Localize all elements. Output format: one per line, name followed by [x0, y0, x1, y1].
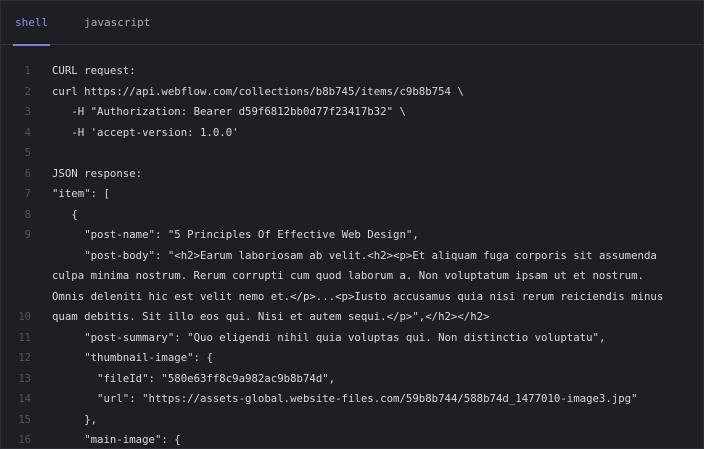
code-text: "item": [: [52, 187, 110, 200]
line-number: 9: [24, 229, 31, 241]
line-number: 5: [24, 147, 31, 159]
line-number: 1: [24, 65, 31, 77]
code-text: -H 'accept-version: 1.0.0': [52, 125, 239, 139]
code-text: curl https://api.webflow.com/collections…: [52, 84, 464, 98]
line-number: 3: [24, 106, 31, 118]
code-text: JSON response:: [52, 166, 143, 180]
code-line: 14 "url": "https://assets-global.website…: [1, 389, 703, 410]
line-number: [1, 266, 31, 287]
line-number: 11: [18, 331, 31, 344]
line-number: 7: [24, 188, 31, 200]
line-number: 12: [18, 352, 31, 364]
line-number: 2: [24, 85, 31, 98]
line-number: [1, 246, 31, 267]
code-text: "post-body": "<h2>Earum laboriosam ab ve…: [52, 248, 657, 262]
code-text: {: [52, 207, 78, 221]
code-block[interactable]: 1 CURL request: 2 curl https://api.webfl…: [1, 45, 703, 448]
code-text: quam debitis. Sit illo eos qui. Nisi et …: [52, 310, 490, 323]
code-text: "post-summary": "Quo eligendi nihil quia…: [52, 330, 606, 344]
code-line: 4 -H 'accept-version: 1.0.0': [1, 123, 703, 144]
language-tabs: shell javascript: [1, 1, 703, 46]
line-number: 16: [18, 434, 31, 446]
line-number: 14: [18, 393, 31, 405]
line-number: [1, 287, 31, 308]
code-line: 3 -H "Authorization: Bearer d59f6812bb0d…: [1, 102, 703, 123]
line-number: 4: [24, 126, 31, 139]
line-number: 15: [18, 413, 31, 426]
code-text: "main-image": {: [52, 433, 181, 446]
code-text: Omnis deleniti hic est velit nemo et.</p…: [52, 289, 664, 303]
code-line: 9 "post-name": "5 Principles Of Effectiv…: [1, 225, 703, 246]
code-line: 8 {: [1, 205, 703, 226]
code-line: 12 "thumbnail-image": {: [1, 348, 703, 369]
line-number: 10: [18, 311, 31, 323]
tab-shell[interactable]: shell: [13, 1, 51, 46]
code-text: -H "Authorization: Bearer d59f6812bb0d77…: [52, 105, 406, 118]
code-line: 10 quam debitis. Sit illo eos qui. Nisi …: [1, 307, 703, 328]
code-viewer: shell javascript 1 CURL request: 2 curl …: [0, 0, 704, 449]
code-line: culpa minima nostrum. Rerum corrupti cum…: [1, 266, 703, 287]
code-text: "fileId": "580e63ff8c9a982ac9b8b74d",: [52, 371, 336, 385]
line-number: 13: [18, 372, 31, 385]
line-number: 6: [24, 167, 31, 180]
code-text: "url": "https://assets-global.website-fi…: [52, 392, 638, 405]
code-line: "post-body": "<h2>Earum laboriosam ab ve…: [1, 246, 703, 267]
code-line: 2 curl https://api.webflow.com/collectio…: [1, 82, 703, 103]
code-line: 6 JSON response:: [1, 164, 703, 185]
code-text: "post-name": "5 Principles Of Effective …: [52, 228, 419, 241]
code-line: 5: [1, 143, 703, 164]
line-number: 8: [24, 208, 31, 221]
code-text: culpa minima nostrum. Rerum corrupti cum…: [52, 269, 644, 282]
code-line: Omnis deleniti hic est velit nemo et.</p…: [1, 287, 703, 308]
code-text: },: [52, 412, 98, 426]
code-line: 11 "post-summary": "Quo eligendi nihil q…: [1, 328, 703, 349]
tab-javascript[interactable]: javascript: [82, 1, 152, 45]
code-line: 16 "main-image": {: [1, 430, 703, 448]
code-text: CURL request:: [52, 64, 136, 77]
code-line: 7 "item": [: [1, 184, 703, 205]
code-line: 15 },: [1, 410, 703, 431]
code-line: 1 CURL request:: [1, 61, 703, 82]
code-line: 13 "fileId": "580e63ff8c9a982ac9b8b74d",: [1, 369, 703, 390]
code-text: "thumbnail-image": {: [52, 351, 213, 364]
